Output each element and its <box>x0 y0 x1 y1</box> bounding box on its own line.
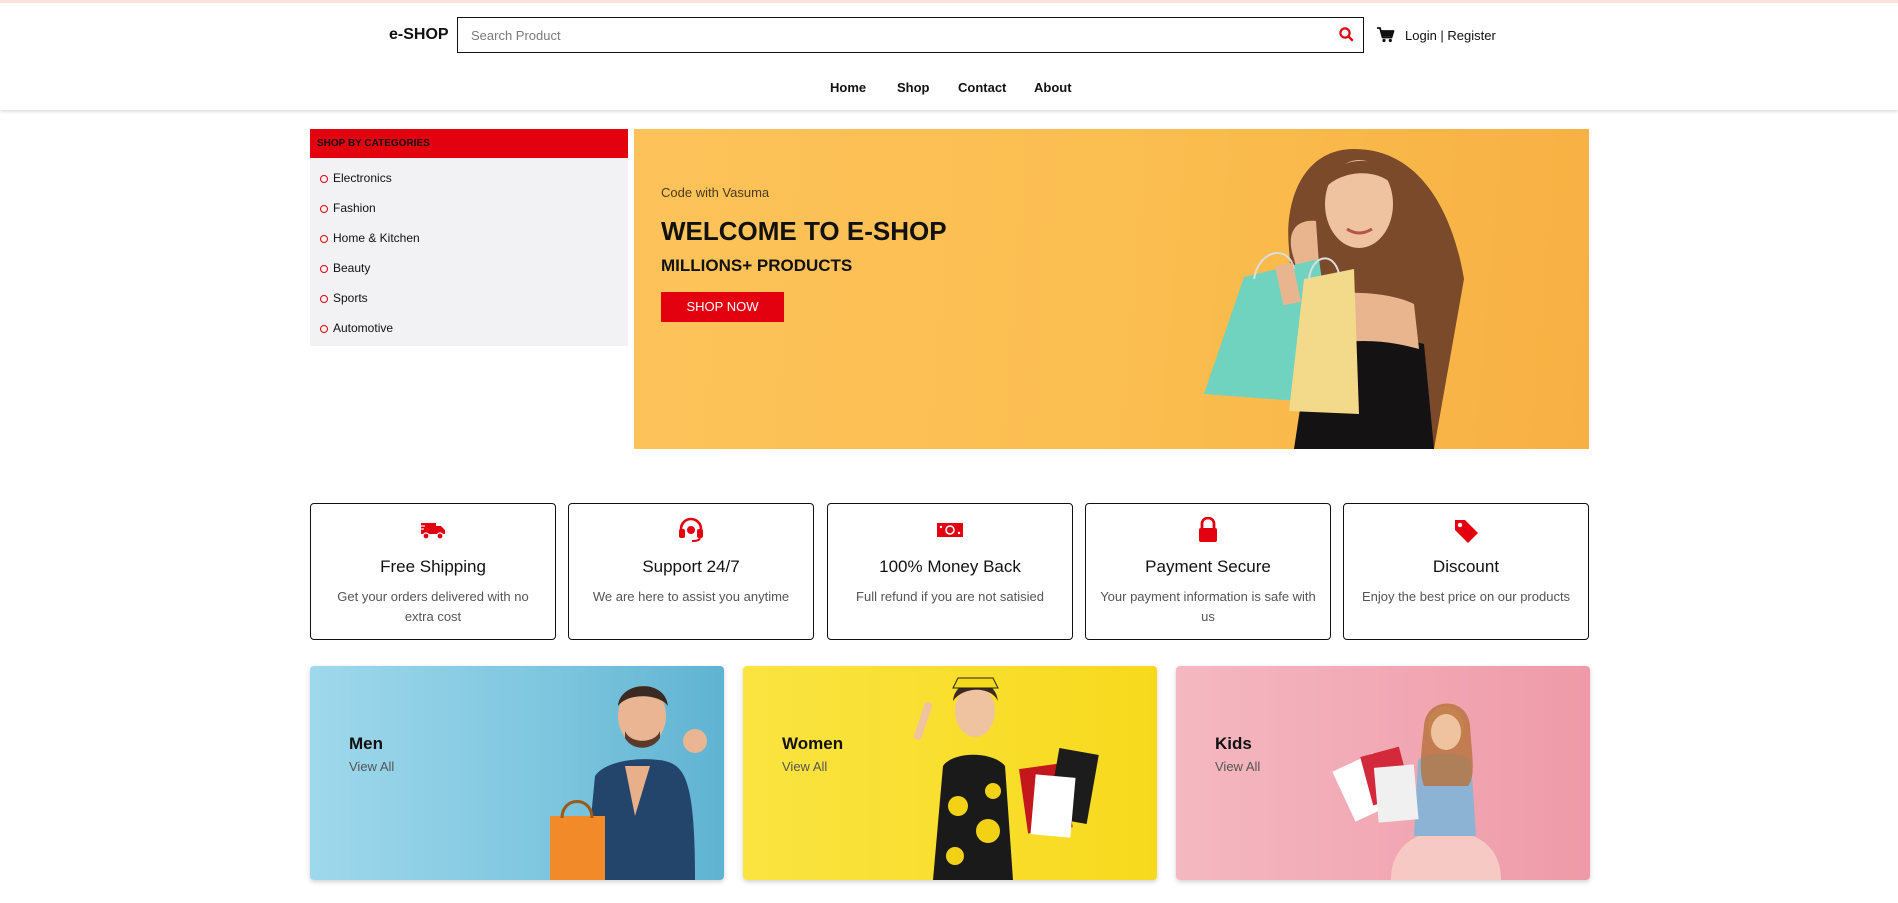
feature-title: Discount <box>1432 557 1500 576</box>
category-heading: SHOP BY CATEGORIES <box>310 129 628 158</box>
category-sidebar: SHOP BY CATEGORIES Electronics Fashion H… <box>310 129 628 346</box>
nav-about[interactable]: About <box>1034 80 1072 95</box>
tag-icon <box>1452 517 1480 543</box>
auth-separator: | <box>1436 28 1448 43</box>
nav-shop[interactable]: Shop <box>897 80 930 95</box>
headset-icon <box>677 517 705 543</box>
banner-title: Kids <box>1215 734 1252 753</box>
hero-title: WELCOME TO E-SHOP <box>661 216 947 246</box>
feature-card-discount: Discount Enjoy the best price on our pro… <box>1343 503 1589 640</box>
feature-card-payment: Payment Secure Your payment information … <box>1085 503 1331 640</box>
banner-women[interactable]: Women View All <box>743 666 1157 880</box>
feature-text: Full refund if you are not satisied <box>856 589 1044 604</box>
cart-icon[interactable] <box>1377 27 1395 43</box>
view-all-link[interactable]: View All <box>1215 759 1260 774</box>
banner-title: Men <box>349 734 383 753</box>
view-all-link[interactable]: View All <box>782 759 827 774</box>
category-item-beauty[interactable]: Beauty <box>310 253 628 283</box>
hero-model-image <box>1204 149 1464 449</box>
banner-title: Women <box>782 734 844 753</box>
category-list: Electronics Fashion Home & Kitchen Beaut… <box>310 158 628 343</box>
banner-kids[interactable]: Kids View All <box>1176 666 1590 880</box>
feature-title: Payment Secure <box>1145 557 1271 576</box>
register-link[interactable]: Register <box>1447 28 1495 43</box>
feature-card-money-back: 100% Money Back Full refund if you are n… <box>827 503 1073 640</box>
login-link[interactable]: Login <box>1405 28 1437 43</box>
feature-text: We are here to assist you anytime <box>592 589 790 604</box>
feature-card-support: Support 24/7 We are here to assist you a… <box>568 503 814 640</box>
lock-icon <box>1194 516 1222 543</box>
view-all-link[interactable]: View All <box>349 759 394 774</box>
site-logo[interactable]: e-SHOP <box>389 26 449 44</box>
shop-now-button[interactable]: SHOP NOW <box>661 292 784 322</box>
feature-text: Get your orders delivered with no extra … <box>337 589 529 624</box>
hero-tagline: Code with Vasuma <box>661 185 770 200</box>
category-item-automotive[interactable]: Automotive <box>310 313 628 343</box>
category-item-electronics[interactable]: Electronics <box>310 163 628 193</box>
money-icon <box>936 517 964 543</box>
feature-text: Your payment information is safe with us <box>1100 589 1316 624</box>
hero-banner: Code with Vasuma WELCOME TO E-SHOP MILLI… <box>634 129 1589 449</box>
auth-links: Login | Register <box>1405 28 1496 43</box>
search-icon[interactable] <box>1337 25 1357 45</box>
feature-card-shipping: Free Shipping Get your orders delivered … <box>310 503 556 640</box>
truck-icon <box>419 517 447 543</box>
feature-title: Support 24/7 <box>642 557 740 576</box>
feature-text: Enjoy the best price on our products <box>1361 589 1571 604</box>
feature-title: 100% Money Back <box>879 557 1021 576</box>
nav-home[interactable]: Home <box>830 80 866 95</box>
feature-title: Free Shipping <box>380 557 486 576</box>
nav-contact[interactable]: Contact <box>958 80 1006 95</box>
banner-men[interactable]: Men View All <box>310 666 724 880</box>
category-item-home-kitchen[interactable]: Home & Kitchen <box>310 223 628 253</box>
search-bar <box>457 17 1364 53</box>
site-header: e-SHOP Login | Register Home Shop Contac… <box>0 3 1898 110</box>
hero-subtitle: MILLIONS+ PRODUCTS <box>661 256 853 275</box>
category-item-fashion[interactable]: Fashion <box>310 193 628 223</box>
category-item-sports[interactable]: Sports <box>310 283 628 313</box>
search-input[interactable] <box>458 18 1318 52</box>
